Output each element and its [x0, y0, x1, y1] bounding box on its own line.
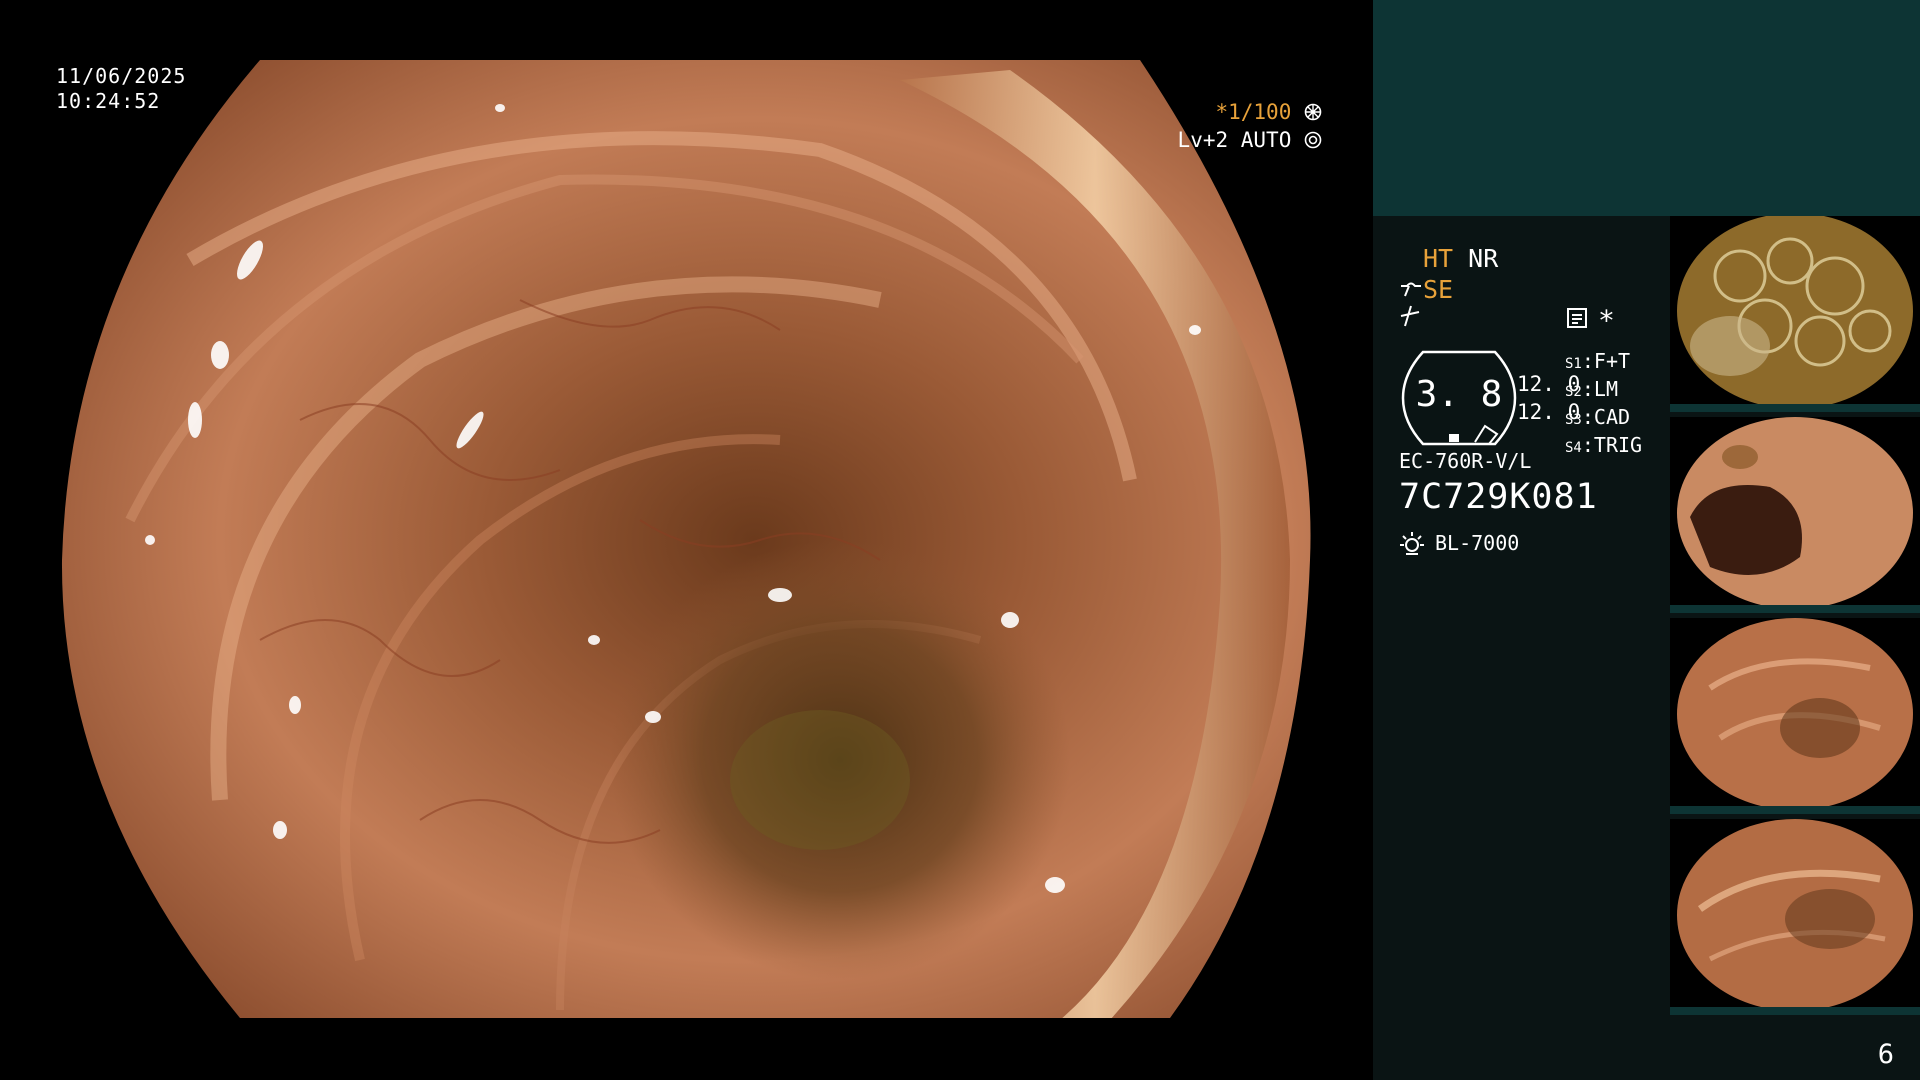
aperture-icon — [1304, 103, 1322, 121]
switch-s3-label: S3 — [1565, 412, 1582, 428]
scope-model-label: EC-760R-V/L — [1399, 449, 1532, 473]
date-label: 11/06/2025 — [56, 64, 187, 88]
date-time-display: 11/06/2025 10:24:52 — [56, 64, 186, 114]
serial-number-label: 7C729K081 — [1399, 477, 1598, 517]
light-source-icon — [1400, 532, 1424, 555]
thumbnail-1-bar — [1670, 404, 1920, 412]
enhance-icon — [1401, 282, 1421, 297]
switch-assignments: S1:F+T S2:LM S3:CAD S4:TRIG — [1565, 349, 1642, 461]
time-label: 10:24:52 — [56, 89, 161, 113]
gauge-value: 3. 8 — [1415, 374, 1503, 415]
thumbnail-4-bar — [1670, 1007, 1920, 1015]
ht-nr-row: HT NR — [1423, 244, 1498, 273]
light-source-label: BL-7000 — [1435, 531, 1520, 555]
switch-s4: S4:TRIG — [1565, 433, 1643, 457]
switch-s2: S2:LM — [1565, 377, 1618, 401]
thumbnail-4[interactable] — [1670, 819, 1920, 1015]
thumbnail-3[interactable] — [1670, 618, 1920, 814]
shutter-speed-label: *1/100 — [1215, 100, 1292, 124]
light-source-row: BL-7000 — [1399, 530, 1519, 556]
thumbnail-1[interactable] — [1670, 216, 1920, 412]
level-label: Lv+2 AUTO — [1177, 128, 1292, 152]
thumbnail-2-bar — [1670, 605, 1920, 613]
iris-icon — [1304, 131, 1322, 149]
switch-s3-value: CAD — [1593, 405, 1631, 429]
switch-s1-label: S1 — [1565, 356, 1582, 372]
switch-s1: S1:F+T — [1565, 349, 1631, 373]
thumbnail-3-bar — [1670, 806, 1920, 814]
endoscopic-image — [61, 60, 1311, 1018]
ht-label: HT — [1423, 244, 1454, 273]
endoscope-view: 11/06/2025 10:24:52 *1/100 Lv+2 AUTO — [0, 0, 1372, 1080]
switch-s2-label: S2 — [1565, 384, 1582, 400]
record-settings-icon — [1566, 307, 1588, 336]
page-number: 6 — [1877, 1039, 1894, 1070]
se-row: SE — [1399, 275, 1453, 304]
thumbnail-strip — [1670, 216, 1920, 1016]
nr-label: NR — [1468, 244, 1499, 273]
switch-s4-label: S4 — [1565, 440, 1582, 456]
color-mode-icon — [1399, 304, 1421, 335]
se-label: SE — [1423, 275, 1454, 304]
thumbnail-2[interactable] — [1670, 417, 1920, 613]
switch-s1-value: F+T — [1593, 349, 1631, 373]
switch-s2-value: LM — [1593, 377, 1618, 401]
asterisk-indicator: * — [1598, 304, 1615, 337]
panel-header-area — [1373, 0, 1920, 216]
info-panel: HT NR SE * 3. 8 12. 0 12. 0 S1:F+T S2:LM… — [1373, 0, 1920, 1080]
switch-s4-value: TRIG — [1593, 433, 1643, 457]
switch-s3: S3:CAD — [1565, 405, 1631, 429]
exposure-display: *1/100 Lv+2 AUTO — [1178, 98, 1322, 154]
